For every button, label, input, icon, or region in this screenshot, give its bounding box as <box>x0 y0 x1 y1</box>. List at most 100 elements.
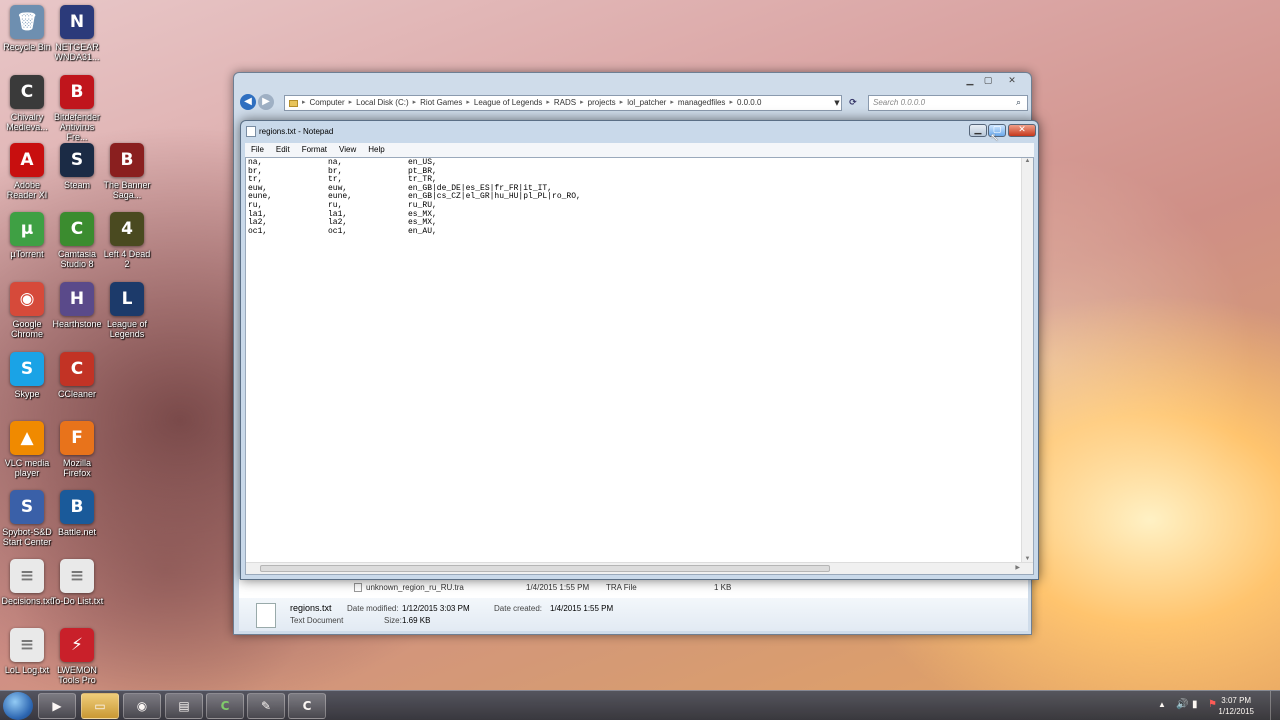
desktop-icon-label: NETGEAR WNDA31... <box>54 42 100 62</box>
text-line: oc1, oc1, en_AU, <box>248 227 1020 237</box>
show-desktop-button[interactable] <box>1270 691 1280 720</box>
desktop-icon--torrent[interactable]: µ µTorrent <box>0 212 54 259</box>
desktop-icon-chivalry-medieva[interactable]: C Chivalry Medieva... <box>0 75 54 132</box>
desktop-icon-lol-log-txt[interactable]: ≡ LoL Log.txt <box>0 628 54 675</box>
desktop-icon-adobe-reader-xi[interactable]: A Adobe Reader XI <box>0 143 54 200</box>
clock[interactable]: 3:07 PM 1/12/2015 <box>1218 695 1254 717</box>
scroll-right-icon[interactable]: ▶ <box>1015 564 1020 571</box>
desktop-icon-netgear-wnda31[interactable]: N NETGEAR WNDA31... <box>50 5 104 62</box>
app-icon: B <box>60 490 94 524</box>
back-button[interactable]: ◀ <box>240 94 256 110</box>
app-icon: S <box>10 490 44 524</box>
breadcrumb-item[interactable]: projects <box>588 96 616 110</box>
menu-file[interactable]: File <box>245 143 270 157</box>
desktop-icon-recycle-bin[interactable]: 🗑 Recycle Bin <box>0 5 54 52</box>
breadcrumb-separator-icon[interactable]: ▸ <box>620 96 624 110</box>
tray-arrow-icon[interactable]: ▲ <box>1158 700 1166 709</box>
horizontal-scrollbar[interactable]: ▶ <box>246 562 1033 574</box>
details-size: 1.69 KB <box>402 616 431 625</box>
horizontal-scroll-thumb[interactable] <box>260 565 830 572</box>
breadcrumb-separator-icon[interactable]: ▸ <box>413 96 417 110</box>
network-icon[interactable]: ▮ <box>1192 699 1198 710</box>
start-button[interactable] <box>3 692 33 720</box>
breadcrumb-separator-icon[interactable]: ▸ <box>580 96 584 110</box>
notepad-window[interactable]: regions.txt - Notepad ▁ ▢ ✕ ↖ File Edit Fo… <box>240 120 1039 580</box>
menu-format[interactable]: Format <box>296 143 333 157</box>
clock-time: 3:07 PM <box>1221 696 1252 705</box>
desktop-icon-decisions-txt[interactable]: ≡ Decisions.txt <box>0 559 54 606</box>
address-bar[interactable]: ▸ Computer ▸ Local Disk (C:) ▸ Riot Games ▸ Lea… <box>284 95 842 111</box>
taskbar-camtasia-icon[interactable]: C <box>206 693 244 719</box>
scroll-up-icon[interactable]: ▲ <box>1022 158 1033 164</box>
close-button[interactable]: ✕ <box>1008 124 1036 137</box>
taskbar-explorer-icon[interactable]: ▭ <box>81 693 119 719</box>
vertical-scrollbar[interactable]: ▲ ▼ <box>1021 158 1033 562</box>
desktop-icon-to-do-list-txt[interactable]: ≡ To-Do List.txt <box>50 559 104 606</box>
desktop-icon-the-banner-saga[interactable]: B The Banner Saga... <box>100 143 154 200</box>
breadcrumb-separator-icon[interactable]: ▸ <box>546 96 550 110</box>
desktop-icon-label: Steam <box>63 180 90 190</box>
menu-view[interactable]: View <box>333 143 362 157</box>
file-size: 1 KB <box>714 583 732 592</box>
desktop-icon-camtasia-studio-8[interactable]: C Camtasia Studio 8 <box>50 212 104 269</box>
desktop-icon-battle-net[interactable]: B Battle.net <box>50 490 104 537</box>
desktop-icon-label: Left 4 Dead 2 <box>103 249 151 269</box>
desktop-icon-bitdefender-antivirus-fre[interactable]: B Bitdefender Antivirus Fre... <box>50 75 104 142</box>
desktop-icon-left-4-dead-2[interactable]: 4 Left 4 Dead 2 <box>100 212 154 269</box>
app-icon: ▲ <box>10 421 44 455</box>
taskbar-media-player-icon[interactable]: ▶ <box>38 693 76 719</box>
search-icon[interactable]: ⌕ <box>1016 97 1021 108</box>
breadcrumb-separator-icon[interactable]: ▸ <box>302 96 306 110</box>
text-content[interactable]: na, na, en_US, br, br, pt_BR, tr, tr, tr_TR, euw,… <box>248 158 1020 563</box>
desktop-icon-google-chrome[interactable]: ◉ Google Chrome <box>0 282 54 339</box>
app-icon: 🗑 <box>10 5 44 39</box>
volume-icon[interactable]: 🔊 <box>1176 699 1188 710</box>
breadcrumb-item[interactable]: lol_patcher <box>627 96 666 110</box>
breadcrumb-item[interactable]: Computer <box>310 96 345 110</box>
search-input[interactable]: Search 0.0.0.0 <box>868 95 1028 111</box>
app-icon: B <box>110 143 144 177</box>
desktop-icon-label: LoL Log.txt <box>4 665 50 675</box>
breadcrumb-item[interactable]: RADS <box>554 96 576 110</box>
text-editor[interactable]: na, na, en_US, br, br, pt_BR, tr, tr, tr_TR, euw,… <box>245 157 1034 575</box>
desktop-icon-vlc-media-player[interactable]: ▲ VLC media player <box>0 421 54 478</box>
app-icon: A <box>10 143 44 177</box>
desktop-icon-mozilla-firefox[interactable]: F Mozilla Firefox <box>50 421 104 478</box>
desktop-icon-skype[interactable]: S Skype <box>0 352 54 399</box>
maximize-button[interactable]: ▢ <box>980 75 996 87</box>
menu-help[interactable]: Help <box>362 143 390 157</box>
app-icon: L <box>110 282 144 316</box>
minimize-button[interactable]: ▁ <box>962 75 978 87</box>
file-list-item[interactable]: unknown_region_ru_RU.tra 1/4/2015 1:55 P… <box>354 583 731 592</box>
desktop-icon-hearthstone[interactable]: H Hearthstone <box>50 282 104 329</box>
breadcrumb-separator-icon[interactable]: ▸ <box>466 96 470 110</box>
breadcrumb-separator-icon[interactable]: ▸ <box>670 96 674 110</box>
desktop-icon-label: Mozilla Firefox <box>62 458 91 478</box>
breadcrumb-item[interactable]: Riot Games <box>420 96 462 110</box>
breadcrumb-item[interactable]: League of Legends <box>474 96 543 110</box>
desktop-icon-spybot-s-d-start-center[interactable]: S Spybot-S&D Start Center <box>0 490 54 547</box>
refresh-icon[interactable]: ⟳ <box>846 95 860 109</box>
taskbar: ▶ ▭ ◉ ▤ C ✎ C ▲ 🔊 ▮ ⚑ 3:07 PM 1/12/2015 <box>0 690 1280 720</box>
taskbar-chrome-icon[interactable]: ◉ <box>123 693 161 719</box>
menu-edit[interactable]: Edit <box>270 143 296 157</box>
breadcrumb-item[interactable]: Local Disk (C:) <box>356 96 408 110</box>
dropdown-icon[interactable]: ▼ <box>832 95 842 109</box>
taskbar-camtasia-recorder-icon[interactable]: C <box>288 693 326 719</box>
file-date: 1/4/2015 1:55 PM <box>526 583 590 592</box>
desktop-icon-ccleaner[interactable]: C CCleaner <box>50 352 104 399</box>
app-icon: B <box>60 75 94 109</box>
desktop-icon-steam[interactable]: S Steam <box>50 143 104 190</box>
breadcrumb-item[interactable]: managedfiles <box>678 96 726 110</box>
taskbar-notepad-icon[interactable]: ✎ <box>247 693 285 719</box>
action-center-icon[interactable]: ⚑ <box>1208 699 1217 710</box>
breadcrumb-separator-icon[interactable]: ▸ <box>349 96 353 110</box>
minimize-button[interactable]: ▁ <box>969 124 987 137</box>
desktop-icon-lwemon-tools-pro[interactable]: ⚡ LWEMON Tools Pro <box>50 628 104 685</box>
breadcrumb-item[interactable]: 0.0.0.0 <box>737 96 761 110</box>
close-button[interactable]: ✕ <box>1004 75 1020 87</box>
taskbar-folder-icon[interactable]: ▤ <box>165 693 203 719</box>
breadcrumb-separator-icon[interactable]: ▸ <box>729 96 733 110</box>
forward-button[interactable]: ▶ <box>258 94 274 110</box>
desktop-icon-league-of-legends[interactable]: L League of Legends <box>100 282 154 339</box>
